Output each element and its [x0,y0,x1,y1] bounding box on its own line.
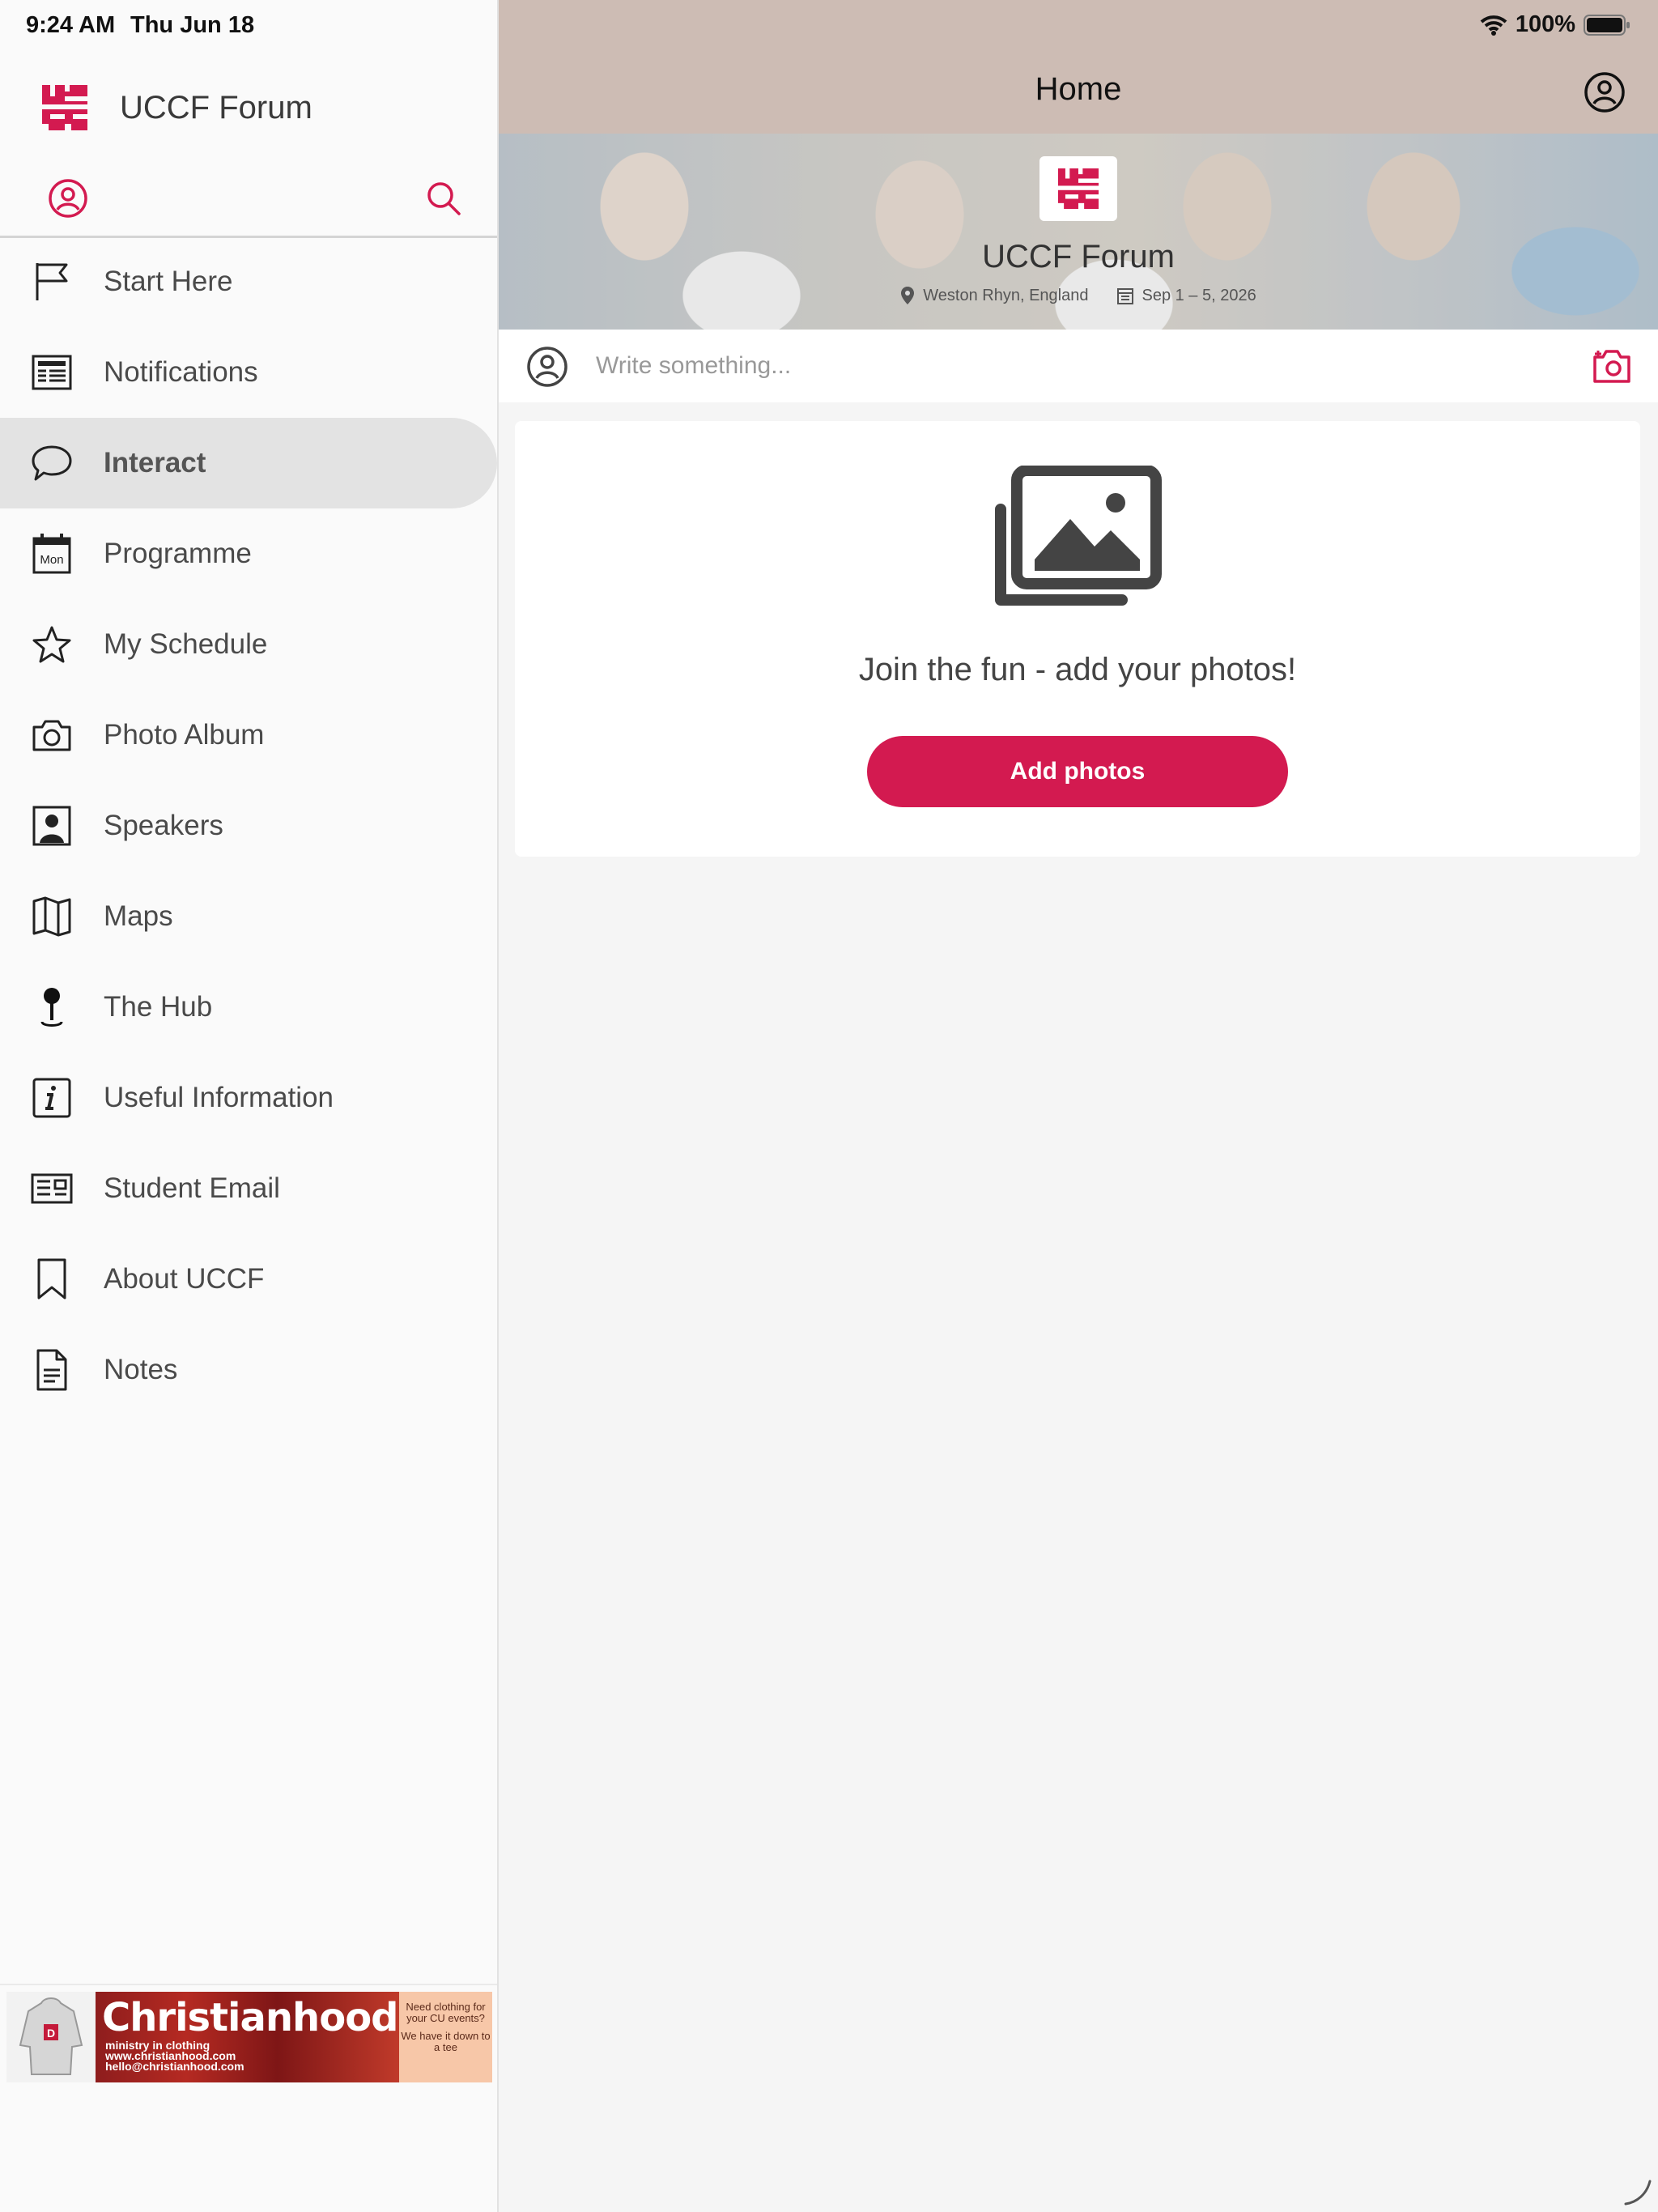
sidebar-item-notes[interactable]: Notes [0,1325,497,1415]
event-hero: UCCF Forum Weston Rhyn, England Sep 1 – … [499,134,1658,330]
calendar-small-icon [1117,288,1134,304]
brand[interactable]: UCCF Forum [42,85,312,130]
sidebar-item-the-hub[interactable]: The Hub [0,962,497,1053]
user-circle-icon [527,347,568,387]
map-pin-icon [29,985,74,1030]
sidebar-item-interact[interactable]: Interact [0,418,497,508]
search-icon [427,182,461,215]
sidebar-item-programme[interactable]: Mon Programme [0,508,497,599]
battery-percent: 100% [1515,11,1575,37]
camera-add-icon [1593,350,1630,383]
map-icon [29,894,74,939]
sidebar-item-maps[interactable]: Maps [0,871,497,962]
chat-bubble-icon [29,440,74,486]
hoodie-image: D [6,1992,96,2082]
photo-empty-state: Join the fun - add your photos! Add phot… [515,421,1640,857]
sponsor-banner[interactable]: D Christianhood ministry in clothing www… [6,1992,492,2082]
event-logo [1039,156,1117,221]
wifi-icon [1480,15,1507,36]
event-location: Weston Rhyn, England [923,286,1089,304]
bookmark-icon [29,1257,74,1302]
user-circle-icon [1584,72,1625,113]
app-title: UCCF Forum [120,89,312,125]
ad-brand-panel: Christianhood ministry in clothing www.c… [96,1992,399,2082]
battery-icon [1584,14,1630,36]
sidebar-item-speakers[interactable]: Speakers [0,781,497,871]
event-meta: Weston Rhyn, England Sep 1 – 5, 2026 [499,286,1658,305]
add-photos-button[interactable]: Add photos [867,736,1288,807]
sidebar-toolbar [0,166,497,238]
ad-side-text: Need clothing for your CU events? We hav… [399,1992,492,2082]
main-content: Home UCCF Forum Weston Rhyn, England Sep… [499,0,1658,2212]
camera-button[interactable] [1592,347,1632,385]
composer-avatar [526,346,568,388]
sidebar-item-useful-information[interactable]: Useful Information [0,1053,497,1143]
mail-card-icon [29,1166,74,1211]
sidebar-nav: Start Here Notifications Interact Mon Pr… [0,236,497,1415]
post-composer: Write something... [499,330,1658,402]
sidebar-item-about-uccf[interactable]: About UCCF [0,1234,497,1325]
sidebar-item-photo-album[interactable]: Photo Album [0,690,497,781]
resize-handle-icon[interactable] [1621,2175,1653,2207]
sidebar-item-start-here[interactable]: Start Here [0,236,497,327]
location-pin-icon [901,287,915,304]
profile-button[interactable] [1584,71,1626,113]
flag-icon [29,259,74,304]
status-time: 9:24 AM [26,12,116,38]
ad-tagline: ministry in clothing www.christianhood.c… [105,2039,244,2073]
page-title: Home [1035,71,1122,107]
newspaper-icon [29,350,74,395]
search-button[interactable] [419,174,468,223]
svg-text:Mon: Mon [40,553,63,567]
post-input[interactable]: Write something... [596,352,791,380]
event-dates: Sep 1 – 5, 2026 [1141,286,1256,304]
info-icon [29,1075,74,1121]
status-right: 100% [1480,11,1630,38]
user-circle-icon [49,179,87,218]
sidebar-item-notifications[interactable]: Notifications [0,327,497,418]
person-card-icon [29,803,74,849]
document-icon [29,1347,74,1393]
svg-text:D: D [47,2027,55,2040]
ad-brand: Christianhood [102,1995,399,2040]
account-button[interactable] [44,174,92,223]
event-title: UCCF Forum [982,239,1175,274]
sidebar: UCCF Forum Start Here Notifications Inte… [0,0,499,2212]
status-date: Thu Jun 18 [130,12,255,38]
status-bar: 9:24 AM Thu Jun 18 100% [0,0,1658,49]
star-icon [29,622,74,667]
ad-divider [0,1984,497,1985]
sidebar-item-my-schedule[interactable]: My Schedule [0,599,497,690]
photos-illustration-icon [995,466,1162,606]
photos-message: Join the fun - add your photos! [858,652,1297,687]
uccf-logo-icon [1058,168,1099,209]
calendar-icon: Mon [29,531,74,576]
camera-icon [29,713,74,758]
uccf-logo-icon [42,85,87,130]
sidebar-item-student-email[interactable]: Student Email [0,1143,497,1234]
